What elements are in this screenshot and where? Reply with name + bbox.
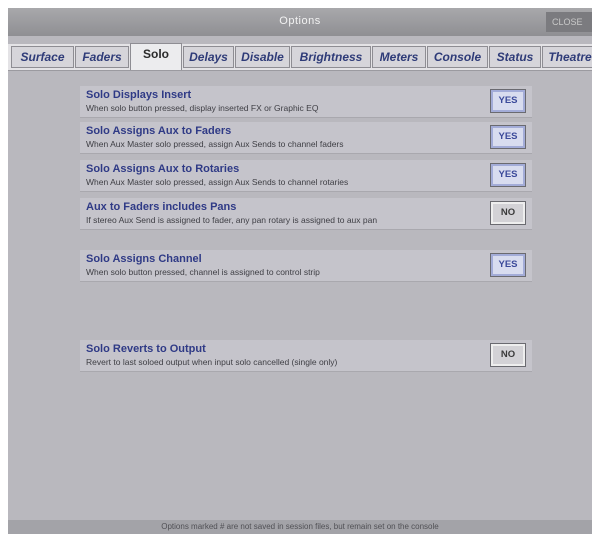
window-title: Options xyxy=(279,15,321,27)
close-button[interactable]: CLOSE xyxy=(546,12,592,32)
tab-bar: Surface Faders Solo Delays Disable Brigh… xyxy=(8,43,592,71)
tab-delays[interactable]: Delays xyxy=(183,46,234,68)
option-description: When Aux Master solo pressed, assign Aux… xyxy=(86,139,344,149)
option-description: Revert to last soloed output when input … xyxy=(86,357,338,367)
option-row-solo-displays-insert: Solo Displays Insert When solo button pr… xyxy=(80,86,532,118)
tab-theatre[interactable]: Theatre xyxy=(542,46,592,68)
option-title: Aux to Faders includes Pans xyxy=(86,201,237,213)
option-row-solo-assigns-aux-to-rotaries: Solo Assigns Aux to Rotaries When Aux Ma… xyxy=(80,160,532,192)
option-description: When Aux Master solo pressed, assign Aux… xyxy=(86,177,349,187)
solo-assigns-aux-to-rotaries-toggle[interactable]: YES xyxy=(490,163,526,187)
footer-note: Options marked # are not saved in sessio… xyxy=(8,520,592,534)
option-title: Solo Displays Insert xyxy=(86,89,192,101)
option-title: Solo Assigns Aux to Faders xyxy=(86,125,232,137)
option-row-solo-assigns-aux-to-faders: Solo Assigns Aux to Faders When Aux Mast… xyxy=(80,122,532,154)
tab-disable[interactable]: Disable xyxy=(235,46,290,68)
tab-brightness[interactable]: Brightness xyxy=(291,46,371,68)
option-title: Solo Reverts to Output xyxy=(86,343,206,355)
tab-surface[interactable]: Surface xyxy=(11,46,74,68)
options-window: Options CLOSE Surface Faders Solo Delays… xyxy=(8,8,592,534)
option-row-solo-assigns-channel: Solo Assigns Channel When solo button pr… xyxy=(80,250,532,282)
option-description: When solo button pressed, display insert… xyxy=(86,103,319,113)
tab-faders[interactable]: Faders xyxy=(75,46,129,68)
aux-to-faders-includes-pans-toggle[interactable]: NO xyxy=(490,201,526,225)
option-description: When solo button pressed, channel is ass… xyxy=(86,267,320,277)
tab-console[interactable]: Console xyxy=(427,46,488,68)
option-description: If stereo Aux Send is assigned to fader,… xyxy=(86,215,378,225)
solo-displays-insert-toggle[interactable]: YES xyxy=(490,89,526,113)
option-title: Solo Assigns Aux to Rotaries xyxy=(86,163,240,175)
tab-status[interactable]: Status xyxy=(489,46,541,68)
solo-assigns-aux-to-faders-toggle[interactable]: YES xyxy=(490,125,526,149)
solo-reverts-to-output-toggle[interactable]: NO xyxy=(490,343,526,367)
title-bar: Options CLOSE xyxy=(8,8,592,36)
tab-meters[interactable]: Meters xyxy=(372,46,426,68)
tab-solo[interactable]: Solo xyxy=(130,43,182,70)
option-row-solo-reverts-to-output: Solo Reverts to Output Revert to last so… xyxy=(80,340,532,372)
option-row-aux-to-faders-includes-pans: Aux to Faders includes Pans If stereo Au… xyxy=(80,198,532,230)
solo-assigns-channel-toggle[interactable]: YES xyxy=(490,253,526,277)
option-title: Solo Assigns Channel xyxy=(86,253,202,265)
